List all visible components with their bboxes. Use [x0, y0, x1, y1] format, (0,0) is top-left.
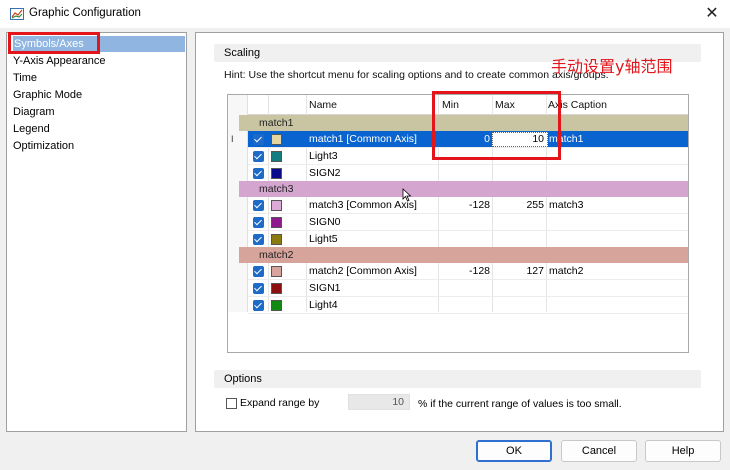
color-swatch[interactable] — [271, 266, 282, 277]
cell-name: match2 [Common Axis] — [309, 265, 417, 277]
color-swatch[interactable] — [271, 217, 282, 228]
cell-name: SIGN1 — [309, 282, 341, 294]
table-row[interactable]: Light4 — [248, 297, 688, 314]
color-swatch[interactable] — [271, 134, 282, 145]
close-icon[interactable]: ✕ — [700, 2, 724, 26]
cell-name: Light4 — [309, 299, 338, 311]
ok-button[interactable]: OK — [476, 440, 552, 462]
cursor-icon — [402, 188, 412, 202]
cell-min[interactable]: -128 — [440, 199, 490, 211]
color-swatch[interactable] — [271, 300, 282, 311]
cell-min[interactable]: -128 — [440, 265, 490, 277]
cell-name: match1 [Common Axis] — [309, 133, 417, 145]
visible-checkbox[interactable] — [253, 168, 264, 179]
visible-checkbox[interactable] — [253, 266, 264, 277]
visible-checkbox[interactable] — [253, 134, 264, 145]
color-swatch[interactable] — [271, 234, 282, 245]
table-row[interactable]: SIGN1 — [248, 280, 688, 297]
col-header-name[interactable]: Name — [309, 99, 337, 111]
app-icon — [10, 8, 24, 20]
nav-item-y-axis-appearance[interactable]: Y-Axis Appearance — [13, 53, 106, 69]
color-swatch[interactable] — [271, 168, 282, 179]
group-row-match2[interactable]: match2 — [239, 247, 688, 263]
help-button[interactable]: Help — [645, 440, 721, 462]
cell-name: Light3 — [309, 150, 338, 162]
color-swatch[interactable] — [271, 200, 282, 211]
cell-caption[interactable]: match2 — [549, 265, 583, 277]
cell-name: SIGN2 — [309, 167, 341, 179]
annotation-text: 手动设置y轴范围 — [551, 57, 673, 76]
current-row-marker: I — [231, 134, 234, 144]
category-list: Symbols/Axes Y-Axis Appearance Time Grap… — [6, 32, 187, 432]
visible-checkbox[interactable] — [253, 300, 264, 311]
nav-item-time[interactable]: Time — [13, 70, 37, 86]
cell-name: match3 [Common Axis] — [309, 199, 417, 211]
expand-range-checkbox[interactable] — [226, 397, 237, 409]
visible-checkbox[interactable] — [253, 217, 264, 228]
table-row[interactable]: Light5 — [248, 231, 688, 248]
cell-name: Light5 — [309, 233, 338, 245]
nav-item-graphic-mode[interactable]: Graphic Mode — [13, 87, 82, 103]
visible-checkbox[interactable] — [253, 151, 264, 162]
cell-caption[interactable]: match3 — [549, 199, 583, 211]
nav-item-diagram[interactable]: Diagram — [13, 104, 55, 120]
table-row[interactable]: match2 [Common Axis] -128 127 match2 — [248, 263, 688, 280]
cancel-button[interactable]: Cancel — [561, 440, 637, 462]
nav-item-optimization[interactable]: Optimization — [13, 138, 74, 154]
cell-max[interactable]: 127 — [494, 265, 544, 277]
visible-checkbox[interactable] — [253, 283, 264, 294]
cell-max[interactable]: 255 — [494, 199, 544, 211]
highlight-box-min-max — [432, 91, 561, 160]
group-row-match3[interactable]: match3 — [239, 181, 688, 197]
highlight-box-nav — [8, 32, 100, 54]
expand-range-input[interactable]: 10 — [348, 394, 410, 410]
visible-checkbox[interactable] — [253, 200, 264, 211]
nav-item-legend[interactable]: Legend — [13, 121, 50, 137]
table-row[interactable]: SIGN0 — [248, 214, 688, 231]
cell-name: SIGN0 — [309, 216, 341, 228]
color-swatch[interactable] — [271, 283, 282, 294]
window-title: Graphic Configuration — [29, 7, 141, 19]
options-section-header: Options — [214, 370, 701, 388]
visible-checkbox[interactable] — [253, 234, 264, 245]
table-row[interactable]: match3 [Common Axis] -128 255 match3 — [248, 197, 688, 214]
title-bar: Graphic Configuration ✕ — [0, 0, 730, 28]
expand-range-label: Expand range by — [240, 397, 320, 409]
expand-range-row[interactable]: Expand range by — [226, 396, 319, 410]
color-swatch[interactable] — [271, 151, 282, 162]
table-row[interactable]: SIGN2 — [248, 165, 688, 182]
expand-range-suffix: % if the current range of values is too … — [418, 398, 622, 410]
